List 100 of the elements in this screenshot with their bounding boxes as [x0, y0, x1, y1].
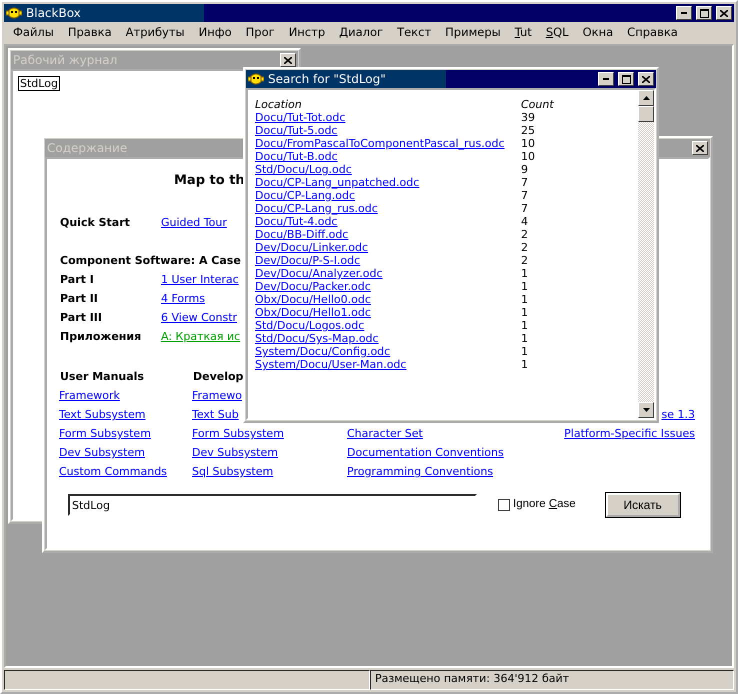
column-heading: User Manuals	[59, 370, 144, 384]
minimize-button[interactable]	[598, 72, 614, 86]
link[interactable]: Programming Conventions	[347, 464, 494, 478]
minimize-icon	[603, 78, 609, 80]
menu-item[interactable]: Атрибуты	[118, 26, 192, 40]
search-button[interactable]: Искать	[606, 493, 680, 517]
checkbox-label[interactable]: Ignore Case	[513, 498, 576, 512]
file-link[interactable]: System/Docu/Config.odc	[255, 344, 390, 358]
file-link[interactable]: Docu/CP-Lang_rus.odc	[255, 202, 378, 215]
maximize-button[interactable]	[618, 72, 634, 86]
link[interactable]: Framework	[59, 388, 120, 402]
close-icon	[720, 10, 728, 16]
link[interactable]: Text Subsystem	[59, 408, 146, 422]
count-cell: 2	[521, 228, 528, 242]
file-link[interactable]: Docu/CP-Lang_unpatched.odc	[255, 176, 420, 189]
file-link[interactable]: Docu/Tut-5.odc	[255, 124, 338, 137]
file-link[interactable]: Std/Docu/Logos.odc	[255, 318, 364, 332]
row-label: Part II	[59, 292, 99, 306]
count-cell: 1	[521, 332, 528, 346]
count-cell: 7	[521, 188, 528, 202]
minimize-icon	[681, 12, 687, 14]
close-button[interactable]	[638, 72, 654, 86]
link[interactable]: Custom Commands	[59, 464, 167, 478]
close-icon	[642, 76, 650, 82]
link[interactable]: Form Subsystem	[59, 426, 151, 440]
link[interactable]: Character Set	[347, 426, 423, 440]
page-heading: Map to th	[174, 173, 245, 189]
link[interactable]: 1 User Interac	[161, 272, 239, 286]
menu-item[interactable]: Справка	[620, 26, 685, 40]
scroll-down-button[interactable]	[638, 402, 654, 418]
count-cell: 2	[521, 254, 528, 268]
close-button[interactable]	[280, 53, 296, 67]
file-link[interactable]: System/Docu/User-Man.odc	[255, 358, 406, 371]
scroll-thumb[interactable]	[638, 106, 654, 122]
file-link[interactable]: Docu/FromPascalToComponentPascal_rus.odc	[255, 136, 505, 150]
search-field[interactable]: StdLog	[68, 494, 477, 516]
count-cell: 10	[521, 136, 535, 150]
menu-item[interactable]: Инфо	[192, 26, 239, 40]
menu-item[interactable]: Правка	[60, 26, 119, 40]
count-cell: 25	[521, 124, 535, 138]
menu-item[interactable]: SQL	[538, 26, 576, 40]
scroll-up-button[interactable]	[638, 90, 654, 106]
link[interactable]: 6 View Constr	[161, 310, 238, 324]
close-button[interactable]	[692, 141, 708, 155]
link[interactable]: Dev Subsystem	[59, 446, 145, 460]
link[interactable]: Dev Subsystem	[192, 446, 278, 460]
file-link[interactable]: Dev/Docu/Linker.odc	[255, 240, 368, 254]
count-cell: 1	[521, 344, 528, 358]
file-link[interactable]: Std/Docu/Sys-Map.odc	[255, 332, 379, 345]
count-cell: 9	[521, 162, 528, 176]
count-cell: 1	[521, 292, 528, 306]
menu-item[interactable]: Примеры	[438, 26, 508, 40]
menu-item[interactable]: Файлы	[6, 26, 61, 40]
menu-item[interactable]: Окна	[576, 26, 620, 40]
link[interactable]: 4 Forms	[161, 292, 205, 306]
file-link[interactable]: Dev/Docu/Analyzer.odc	[255, 266, 382, 280]
file-link[interactable]: Obx/Docu/Hello0.odc	[255, 292, 371, 306]
count-cell: 1	[521, 306, 528, 320]
checkbox[interactable]	[498, 499, 510, 511]
file-link[interactable]: Docu/BB-Diff.odc	[255, 228, 348, 241]
window-title: Search for "StdLog"	[268, 72, 386, 86]
menu-item[interactable]: Текст	[390, 26, 438, 40]
file-link[interactable]: Docu/Tut-B.odc	[255, 150, 338, 163]
status-text: Размещено памяти: 364'912 байт	[370, 670, 734, 690]
link[interactable]: Sql Subsystem	[192, 464, 274, 478]
minimize-button[interactable]	[676, 6, 692, 20]
count-cell: 4	[521, 214, 528, 228]
count-cell: 1	[521, 318, 528, 332]
count-cell: 1	[521, 358, 528, 372]
column-heading: Develop	[192, 370, 244, 384]
down-arrow-icon	[642, 408, 650, 412]
column-header: Location	[255, 98, 303, 112]
maximize-button[interactable]	[696, 6, 712, 20]
file-link[interactable]: Docu/Tut-Tot.odc	[255, 110, 346, 124]
link[interactable]: se 1.3	[662, 408, 695, 422]
file-link[interactable]: Dev/Docu/Packer.odc	[255, 280, 371, 293]
close-button[interactable]	[716, 6, 732, 20]
menu-item[interactable]: Инстр	[282, 26, 332, 40]
file-link[interactable]: Obx/Docu/Hello1.odc	[255, 306, 371, 319]
file-link[interactable]: Std/Docu/Log.odc	[255, 162, 352, 176]
file-link[interactable]: Docu/Tut-4.odc	[255, 214, 338, 228]
row-label: Part I	[59, 272, 95, 286]
link[interactable]: Form Subsystem	[192, 426, 284, 440]
menu-item[interactable]: Диалог	[332, 26, 390, 40]
link[interactable]: Platform-Specific Issues	[564, 426, 695, 440]
file-link[interactable]: Docu/CP-Lang.odc	[255, 188, 356, 202]
menu-item[interactable]: Tut	[508, 26, 539, 40]
section-heading: Component Software: A Case	[59, 253, 241, 269]
link[interactable]: Text Sub	[192, 408, 239, 422]
count-cell: 7	[521, 202, 528, 216]
file-link[interactable]: Dev/Docu/P-S-I.odc	[255, 254, 360, 267]
menu-item[interactable]: Прог	[238, 26, 282, 40]
logo-icon	[248, 72, 264, 86]
close-icon	[696, 144, 704, 152]
link[interactable]: Framewo	[192, 388, 242, 402]
link[interactable]: Documentation Conventions	[347, 446, 504, 460]
logo-icon	[6, 6, 22, 20]
link[interactable]: Guided Tour	[161, 216, 227, 230]
row-label: Приложения	[59, 330, 142, 344]
row-label: Quick Start	[59, 216, 131, 230]
